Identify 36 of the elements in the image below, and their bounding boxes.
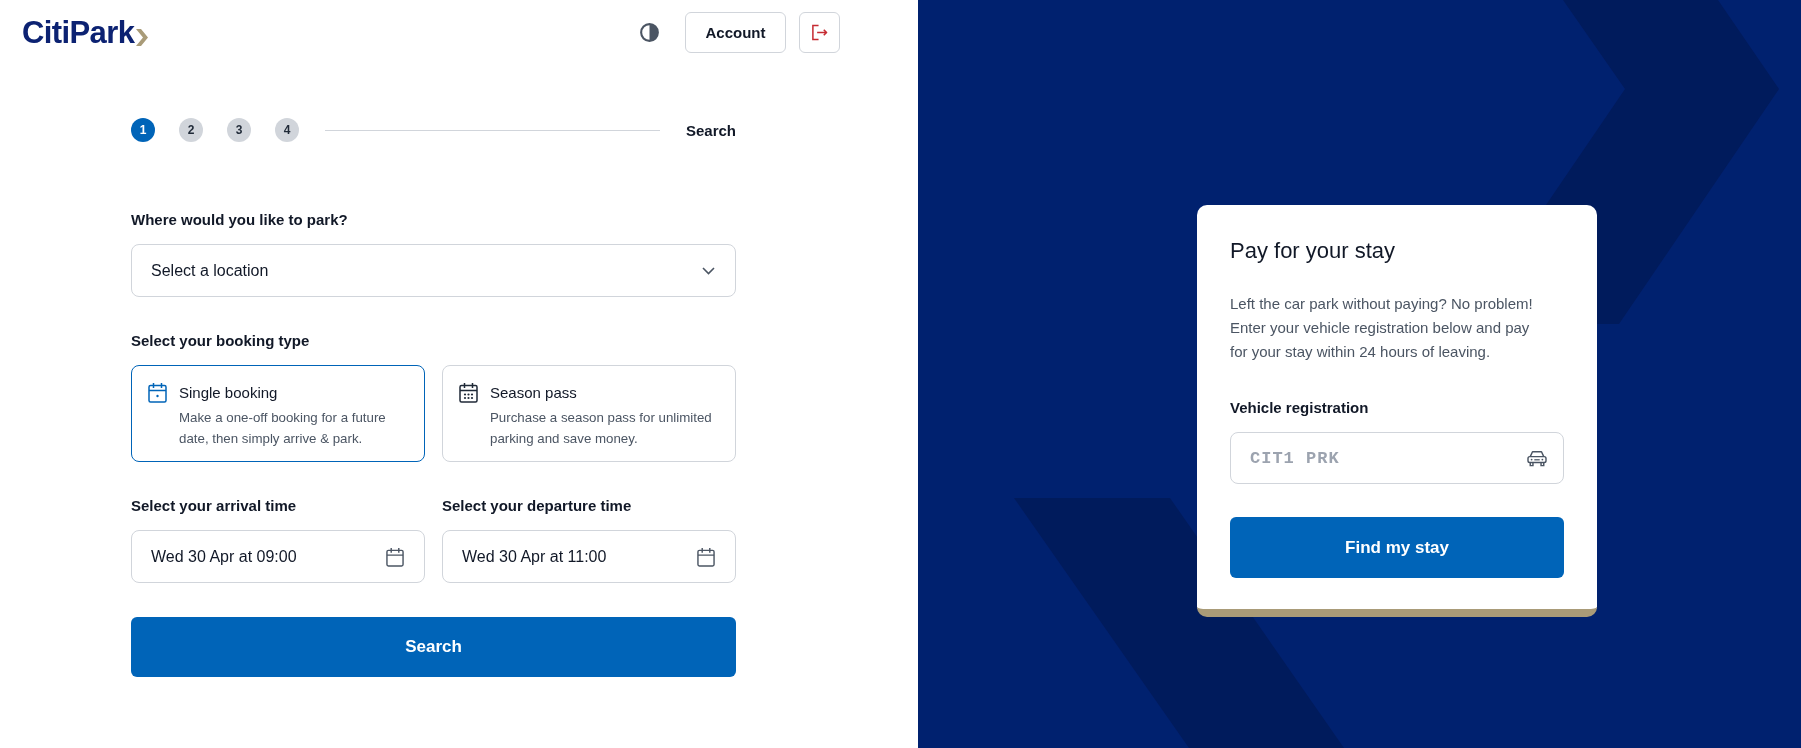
calendar-icon	[148, 382, 167, 403]
chevron-icon	[136, 29, 149, 46]
step-title: Search	[685, 121, 736, 139]
find-stay-button[interactable]: Find my stay	[1230, 517, 1564, 578]
step-indicator: 4	[275, 118, 299, 142]
date-time-field[interactable]: Wed 30 Apr at 09:00	[131, 530, 425, 583]
option-title: Single booking	[179, 383, 279, 403]
field-label: Vehicle registration	[1230, 398, 1370, 418]
search-button[interactable]: Search	[131, 617, 736, 677]
contrast-icon[interactable]	[640, 23, 659, 42]
step-indicator: 1	[131, 118, 155, 142]
location-select[interactable]: Select a location	[131, 244, 736, 297]
option-description: Purchase a season pass for unlimited parking and save money.	[490, 409, 713, 448]
brand-logo[interactable]: CitiPark	[22, 17, 149, 48]
step-indicator: 3	[227, 118, 251, 142]
chevron-down-icon	[702, 266, 715, 275]
account-button[interactable]: Account	[685, 12, 786, 53]
date-time-field[interactable]: Wed 30 Apr at 11:00	[442, 530, 736, 583]
logout-button[interactable]	[799, 12, 840, 53]
calendar-icon	[386, 546, 404, 567]
card-description: Left the car park without paying? No problem! Enter your vehicle registration below and pay for your stay within 24 hours of leaving.	[1230, 294, 1534, 362]
option-title: Season pass	[490, 383, 578, 403]
card-title: Pay for your stay	[1230, 237, 1397, 265]
field-label: Where would you like to park?	[131, 210, 349, 230]
registration-field[interactable]: CIT1 PRK	[1230, 432, 1564, 484]
booking-option-card[interactable]: Single booking Make a one-off booking for a future date, then simply arrive & park.	[131, 365, 425, 462]
field-label: Select your booking type	[131, 331, 311, 351]
car-icon	[1526, 449, 1548, 467]
option-description: Make a one-off booking for a future date, then simply arrive & park.	[179, 409, 387, 448]
field-label: Select your arrival time	[131, 496, 298, 516]
logout-icon	[811, 24, 828, 41]
calendar-icon	[697, 546, 715, 567]
calendar-grid-icon	[459, 382, 478, 403]
step-indicator: 2	[179, 118, 203, 142]
booking-option-card[interactable]: Season pass Purchase a season pass for unlimited parking and save money.	[442, 365, 736, 462]
field-label: Select your departure time	[442, 496, 633, 516]
